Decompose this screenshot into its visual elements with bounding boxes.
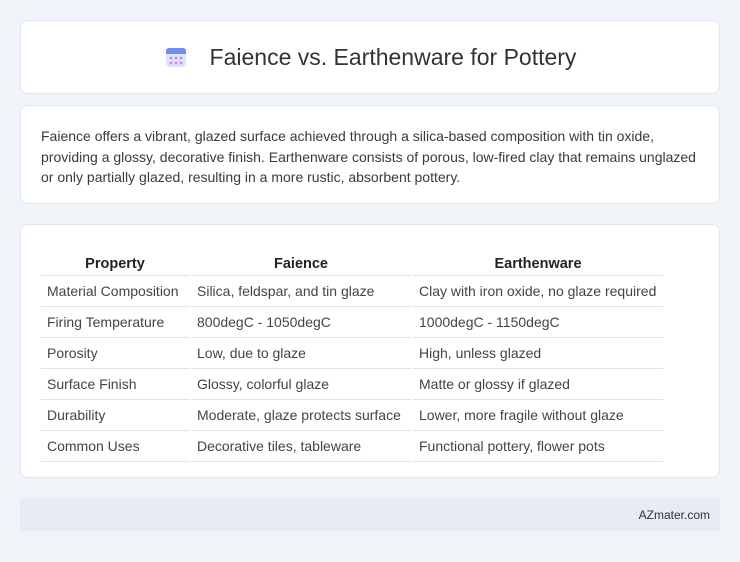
table-row: Firing Temperature 800degC - 1050degC 1000… [41, 307, 663, 338]
cell-earthenware: Lower, more fragile without glaze [413, 400, 663, 431]
cell-faience: Decorative tiles, tableware [191, 431, 411, 462]
cell-property: Material Composition [41, 276, 189, 307]
table-row: Durability Moderate, glaze protects surfa… [41, 400, 663, 431]
cell-faience: 800degC - 1050degC [191, 307, 411, 338]
column-header-earthenware: Earthenware [413, 245, 663, 276]
comparison-table: Property Faience Earthenware Material Co… [39, 245, 665, 462]
cell-faience: Glossy, colorful glaze [191, 369, 411, 400]
cell-earthenware: High, unless glazed [413, 338, 663, 369]
table-row: Common Uses Decorative tiles, tableware Fu… [41, 431, 663, 462]
cell-property: Durability [41, 400, 189, 431]
cell-faience: Moderate, glaze protects surface [191, 400, 411, 431]
cell-property: Common Uses [41, 431, 189, 462]
cell-property: Porosity [41, 338, 189, 369]
cell-earthenware: Clay with iron oxide, no glaze required [413, 276, 663, 307]
table-row: Porosity Low, due to glaze High, unless gl… [41, 338, 663, 369]
cell-faience: Silica, feldspar, and tin glaze [191, 276, 411, 307]
footer: AZmater.com [20, 498, 720, 531]
cell-earthenware: Functional pottery, flower pots [413, 431, 663, 462]
table-row: Material Composition Silica, feldspar, an… [41, 276, 663, 307]
footer-brand: AZmater.com [638, 507, 710, 522]
cell-earthenware: 1000degC - 1150degC [413, 307, 663, 338]
title-card: Faience vs. Earthenware for Pottery [20, 20, 720, 94]
table-body: Material Composition Silica, feldspar, an… [41, 276, 663, 462]
cell-property: Surface Finish [41, 369, 189, 400]
description-card: Faience offers a vibrant, glazed surface… [20, 105, 720, 204]
page-title: Faience vs. Earthenware for Pottery [209, 43, 577, 70]
cell-earthenware: Matte or glossy if glazed [413, 369, 663, 400]
column-header-property: Property [41, 245, 189, 276]
cell-property: Firing Temperature [41, 307, 189, 338]
column-header-faience: Faience [191, 245, 411, 276]
table-row: Surface Finish Glossy, colorful glaze Matt… [41, 369, 663, 400]
comparison-card: Property Faience Earthenware Material Co… [20, 224, 720, 478]
cell-faience: Low, due to glaze [191, 338, 411, 369]
table-header-row: Property Faience Earthenware [41, 245, 663, 276]
calendar-icon [164, 45, 188, 69]
description-text: Faience offers a vibrant, glazed surface… [41, 128, 696, 185]
